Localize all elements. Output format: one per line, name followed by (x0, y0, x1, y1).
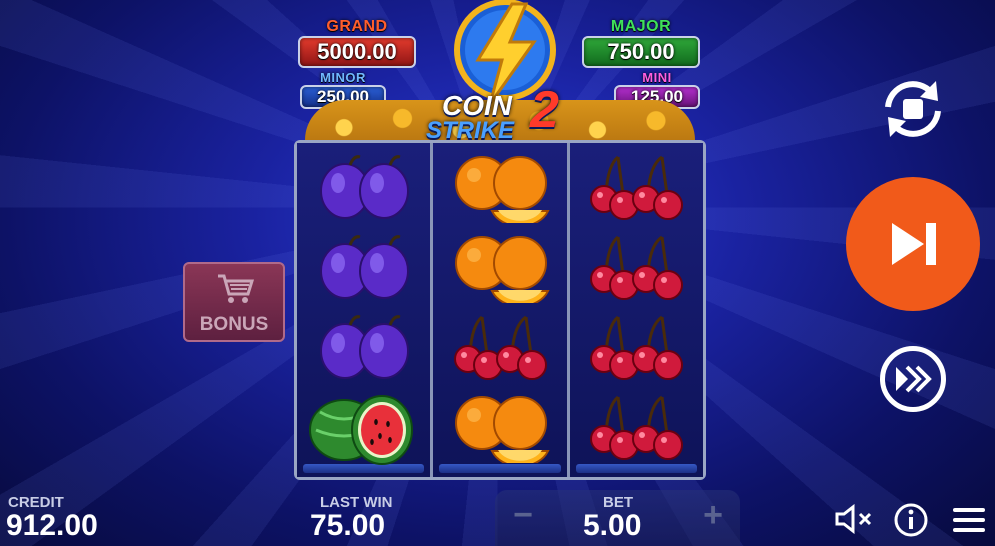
cherry-symbol (433, 309, 566, 387)
orange-symbol (433, 149, 566, 227)
menu-button[interactable] (952, 506, 986, 539)
autoplay-button[interactable] (876, 77, 950, 141)
bet-decrease-button[interactable]: − (503, 496, 543, 535)
bet-increase-button[interactable]: + (693, 496, 733, 535)
sound-button[interactable] (834, 503, 874, 539)
orange-symbol (433, 389, 566, 467)
logo-number: 2 (530, 81, 559, 139)
info-button[interactable] (893, 502, 929, 543)
fast-forward-icon (896, 365, 932, 393)
game-logo: COIN STRIKE 2 (426, 0, 580, 145)
jackpot-major: MAJOR 750.00 (582, 18, 700, 68)
jackpot-major-value: 750.00 (582, 36, 700, 68)
spin-button[interactable] (846, 177, 980, 311)
jackpot-major-label: MAJOR (610, 18, 672, 35)
autoplay-icon (885, 81, 941, 137)
plum-symbol (297, 309, 430, 387)
watermelon-symbol (297, 389, 430, 467)
bonus-label: BONUS (199, 314, 269, 335)
jackpot-grand-value: 5000.00 (298, 36, 416, 68)
speaker-muted-icon (835, 503, 872, 535)
shopping-cart-icon (218, 274, 255, 303)
reels-grid (294, 140, 706, 480)
plum-symbol (297, 229, 430, 307)
play-skip-icon (892, 223, 936, 265)
hamburger-menu-icon (953, 508, 985, 532)
info-icon (894, 503, 928, 537)
bet-value: 5.00 (583, 509, 642, 542)
cherry-symbol (570, 149, 703, 227)
turbo-button[interactable] (880, 346, 946, 412)
jackpot-grand-label: GRAND (326, 18, 388, 35)
reel-1 (297, 143, 434, 477)
jackpot-grand: GRAND 5000.00 (298, 18, 416, 68)
cherry-symbol (570, 389, 703, 467)
reel-3 (569, 143, 703, 477)
bonus-buy-button[interactable]: BONUS (183, 262, 285, 342)
reel-2 (433, 143, 570, 477)
orange-symbol (433, 229, 566, 307)
last-win-value: 75.00 (310, 509, 386, 542)
cherry-symbol (570, 229, 703, 307)
jackpot-mini-label: MINI (642, 70, 672, 85)
credit-value: 912.00 (6, 509, 98, 542)
plum-symbol (297, 149, 430, 227)
jackpot-minor-label: MINOR (320, 70, 366, 85)
bet-panel: − BET 5.00 + (495, 490, 740, 546)
cherry-symbol (570, 309, 703, 387)
